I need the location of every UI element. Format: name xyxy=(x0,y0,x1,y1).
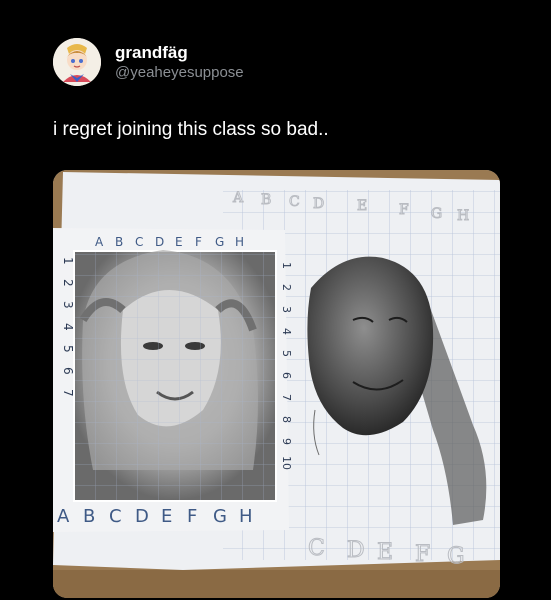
right-number-10: 10 xyxy=(280,456,293,470)
bottom-letter-h: H xyxy=(239,506,253,527)
right-number-1: 1 xyxy=(280,262,293,269)
bottom-letter-g: G xyxy=(213,506,227,527)
bottom-letter-d: D xyxy=(135,506,149,527)
drawing-bottom-letter-g: G xyxy=(447,544,465,569)
bottom-letter-b: B xyxy=(83,506,95,527)
grid-number-7: 7 xyxy=(61,389,75,397)
drawing-bottom-letter-f: F xyxy=(415,542,430,567)
drawing-letter-d: D xyxy=(313,196,324,212)
grid-number-6: 6 xyxy=(61,367,75,375)
bottom-letter-c: C xyxy=(109,506,122,527)
drawing-letter-f: F xyxy=(399,202,409,218)
tweet-header: grandfäg @yeaheyesuppose xyxy=(53,38,523,90)
anime-avatar-icon xyxy=(53,38,101,86)
user-handle[interactable]: @yeaheyesuppose xyxy=(115,63,244,83)
right-number-2: 2 xyxy=(280,284,293,291)
right-number-3: 3 xyxy=(280,306,293,313)
bottom-letter-a: A xyxy=(57,506,70,527)
grid-letter-f: F xyxy=(195,235,202,249)
tweet-text: i regret joining this class so bad.. xyxy=(53,119,329,140)
drawing-letter-e: E xyxy=(357,198,367,214)
grid-number-3: 3 xyxy=(61,301,75,309)
drawing-bottom-letter-e: E xyxy=(377,540,393,565)
grid-number-5: 5 xyxy=(61,345,75,353)
avatar[interactable] xyxy=(53,38,101,86)
reference-paper: A B C D E F G H 1 2 3 4 5 6 7 1 2 3 4 5 … xyxy=(53,228,293,532)
right-number-5: 5 xyxy=(280,350,293,357)
right-number-4: 4 xyxy=(280,328,293,335)
bottom-letter-e: E xyxy=(161,506,172,527)
grid-number-2: 2 xyxy=(61,279,75,287)
grid-letter-b: B xyxy=(115,235,123,249)
grid-letter-d: D xyxy=(155,235,164,249)
grid-number-4: 4 xyxy=(61,323,75,331)
right-number-7: 7 xyxy=(280,394,293,401)
grid-letter-c: C xyxy=(135,235,143,249)
right-number-8: 8 xyxy=(280,416,293,423)
drawing-letter-h: H xyxy=(457,208,469,224)
drawing-letter-b: B xyxy=(261,192,271,208)
right-number-6: 6 xyxy=(280,372,293,379)
grid-letter-e: E xyxy=(175,235,183,249)
grid-letter-g: G xyxy=(215,235,224,249)
display-name[interactable]: grandfäg xyxy=(115,43,244,63)
bottom-letter-f: F xyxy=(187,506,197,527)
right-number-9: 9 xyxy=(280,438,293,445)
drawing-bottom-letter-c: C xyxy=(308,536,325,561)
grid-letter-h: H xyxy=(235,235,244,249)
drawing-bottom-letter-d: D xyxy=(347,538,365,563)
drawing-letter-c: C xyxy=(289,194,300,210)
drawing-letter-a: A xyxy=(232,190,244,206)
tweet-photo[interactable]: A B C D E F G H C D E F G A B C D E F G … xyxy=(53,170,500,598)
photo-canvas: A B C D E F G H C D E F G A B C D E F G … xyxy=(53,170,500,598)
grid-letter-a: A xyxy=(95,235,104,249)
grid-number-1: 1 xyxy=(61,257,75,265)
drawing-letter-g: G xyxy=(431,206,442,222)
